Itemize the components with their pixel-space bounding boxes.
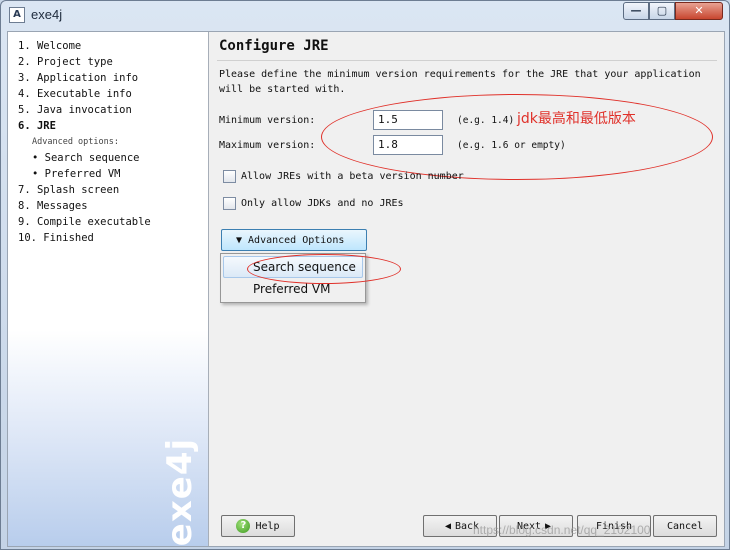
window-title: exe4j xyxy=(31,7,63,22)
step-executable-info[interactable]: 4. Executable info xyxy=(18,86,151,102)
minimize-button[interactable]: — xyxy=(623,2,649,20)
step-jre[interactable]: 6. JRE xyxy=(18,118,151,134)
app-window: A exe4j — ▢ ✕ 1. Welcome 2. Project type… xyxy=(0,0,730,550)
cancel-button[interactable]: Cancel xyxy=(653,515,717,537)
advanced-options-header: Advanced options: xyxy=(32,137,119,147)
page-description: Please define the minimum version requir… xyxy=(219,69,701,95)
step-splash-screen[interactable]: 7. Splash screen xyxy=(18,182,151,198)
only-jdks-checkbox[interactable]: Only allow JDKs and no JREs xyxy=(223,197,404,210)
main-panel: Configure JRE Please define the minimum … xyxy=(209,32,724,546)
annotation-version-note: jdk最高和最低版本 xyxy=(517,111,636,127)
max-version-hint: (e.g. 1.6 or empty) xyxy=(457,140,566,151)
advanced-options-button[interactable]: ▼ Advanced Options xyxy=(221,229,367,251)
only-jdks-label: Only allow JDKs and no JREs xyxy=(241,198,404,209)
triangle-down-icon: ▼ xyxy=(236,234,243,246)
cancel-label: Cancel xyxy=(666,520,704,532)
title-bar[interactable]: A exe4j — ▢ ✕ xyxy=(1,1,729,29)
step-compile-executable[interactable]: 9. Compile executable xyxy=(18,214,151,230)
app-icon: A xyxy=(9,7,25,23)
step-java-invocation[interactable]: 5. Java invocation xyxy=(18,102,151,118)
checkbox-box[interactable] xyxy=(223,170,236,183)
advanced-options-menu: Search sequence Preferred VM xyxy=(220,253,366,303)
advanced-options-label: Advanced Options xyxy=(248,234,345,246)
min-version-input[interactable]: 1.5 xyxy=(373,110,443,130)
wizard-client: 1. Welcome 2. Project type 3. Applicatio… xyxy=(7,31,725,547)
help-button[interactable]: ? Help xyxy=(221,515,295,537)
min-version-label: Minimum version: xyxy=(219,115,316,126)
steps-list: 1. Welcome 2. Project type 3. Applicatio… xyxy=(18,38,151,246)
arrow-left-icon: ◀ xyxy=(444,520,451,532)
step-finished[interactable]: 10. Finished xyxy=(18,230,151,246)
menu-item-search-sequence[interactable]: Search sequence xyxy=(223,256,363,278)
max-version-input[interactable]: 1.8 xyxy=(373,135,443,155)
substep-preferred-vm[interactable]: • Preferred VM xyxy=(18,166,151,182)
brand-text: exe4j xyxy=(160,437,200,547)
help-icon: ? xyxy=(236,519,251,533)
max-version-label: Maximum version: xyxy=(219,140,316,151)
checkbox-box[interactable] xyxy=(223,197,236,210)
allow-beta-jres-label: Allow JREs with a beta version number xyxy=(241,171,464,182)
watermark-url: https://blog.csdn.net/qq_2102100 xyxy=(473,523,651,537)
min-version-hint: (e.g. 1.4) xyxy=(457,115,515,126)
menu-item-preferred-vm[interactable]: Preferred VM xyxy=(223,279,363,301)
step-messages[interactable]: 8. Messages xyxy=(18,198,151,214)
wizard-steps-sidebar: 1. Welcome 2. Project type 3. Applicatio… xyxy=(8,32,209,546)
maximize-button[interactable]: ▢ xyxy=(649,2,675,20)
step-application-info[interactable]: 3. Application info xyxy=(18,70,151,86)
help-label: Help xyxy=(255,520,280,532)
allow-beta-jres-checkbox[interactable]: Allow JREs with a beta version number xyxy=(223,170,464,183)
substep-search-sequence[interactable]: • Search sequence xyxy=(18,150,151,166)
step-project-type[interactable]: 2. Project type xyxy=(18,54,151,70)
exe4j-brand-logo: exe4j xyxy=(156,438,204,546)
title-divider xyxy=(217,60,717,61)
step-welcome[interactable]: 1. Welcome xyxy=(18,38,151,54)
page-title: Configure JRE xyxy=(219,38,329,54)
close-button[interactable]: ✕ xyxy=(675,2,723,20)
